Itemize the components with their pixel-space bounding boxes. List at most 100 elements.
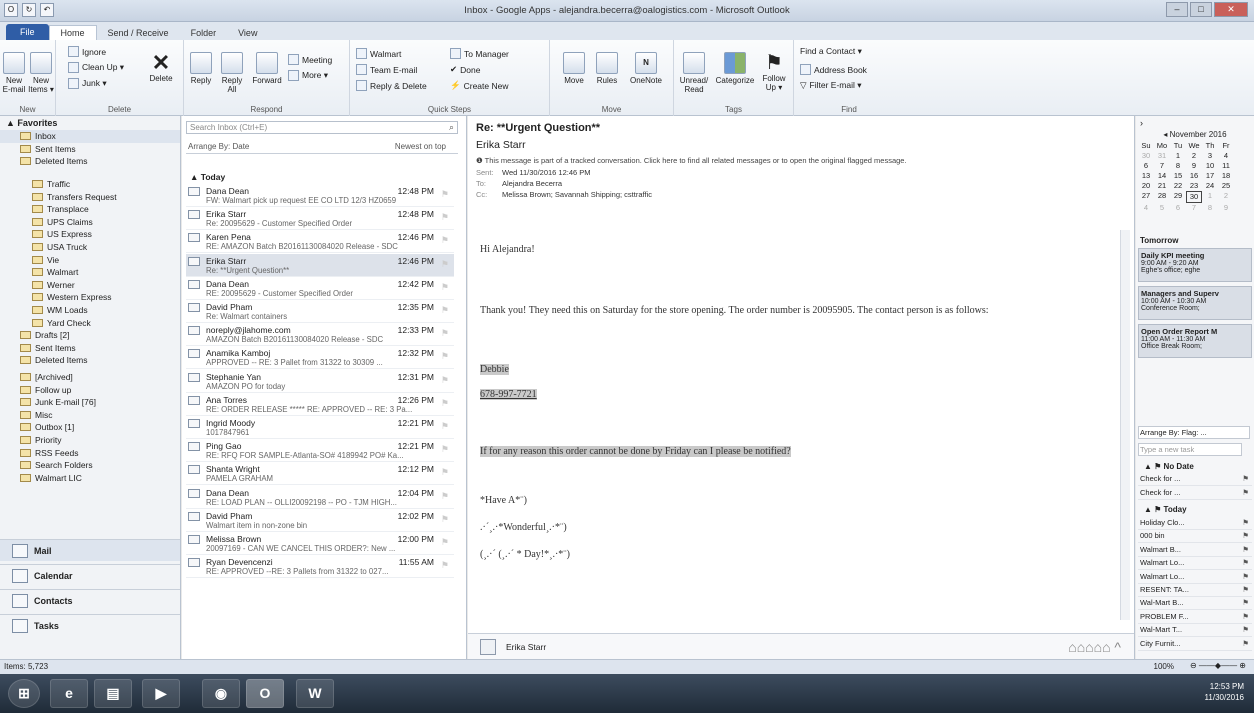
- flag-icon[interactable]: ⚑: [1242, 598, 1249, 607]
- appointment[interactable]: Daily KPI meeting 9:00 AM - 9:20 AM Eghe's…: [1138, 248, 1252, 282]
- folder-item[interactable]: Drafts [2]: [0, 329, 180, 342]
- folder-item[interactable]: Transplace: [0, 203, 180, 216]
- message-row[interactable]: noreply@jlahome.com 12:33 PM AMAZON Batch …: [186, 323, 454, 347]
- folder-item[interactable]: Follow up: [0, 383, 180, 396]
- flag-icon[interactable]: ⚑: [1242, 612, 1249, 621]
- calendar-day[interactable]: 6: [1138, 161, 1154, 171]
- qs-reply-delete[interactable]: Reply & Delete: [356, 80, 427, 91]
- forward-button[interactable]: Forward: [250, 52, 284, 85]
- explorer-icon[interactable]: ▤: [94, 679, 132, 708]
- ie-icon[interactable]: e: [50, 679, 88, 708]
- message-row[interactable]: Melissa Brown 12:00 PM 20097169 - CAN WE C…: [186, 532, 454, 555]
- calendar-day[interactable]: 24: [1202, 181, 1218, 191]
- more-respond-button[interactable]: More ▾: [288, 70, 328, 81]
- folder-item[interactable]: WM Loads: [0, 304, 180, 317]
- no-date-header[interactable]: ▲ ⚑ No Date: [1144, 462, 1194, 471]
- flag-icon[interactable]: ⚑: [441, 305, 449, 316]
- message-row[interactable]: Dana Dean 12:48 PM FW: Walmart pick up req…: [186, 184, 454, 207]
- flag-icon[interactable]: ⚑: [441, 491, 449, 502]
- message-row[interactable]: David Pham 12:02 PM Walmart item in non-zo…: [186, 509, 454, 532]
- calendar-day[interactable]: 21: [1154, 181, 1170, 191]
- address-book-button[interactable]: Address Book: [800, 64, 867, 75]
- calendar-day[interactable]: 13: [1138, 171, 1154, 181]
- today-header[interactable]: ▲ ⚑ Today: [1144, 505, 1187, 514]
- message-row[interactable]: David Pham 12:35 PM Re: Walmart containers…: [186, 300, 454, 323]
- flag-icon[interactable]: ⚑: [441, 560, 449, 571]
- folder-item[interactable]: Deleted Items: [0, 354, 180, 367]
- tab-folder[interactable]: Folder: [180, 26, 228, 40]
- calendar-day[interactable]: 30: [1186, 191, 1202, 203]
- calendar-day[interactable]: 28: [1154, 191, 1170, 203]
- calendar-day[interactable]: 8: [1202, 203, 1218, 213]
- tab-file[interactable]: File: [6, 24, 49, 40]
- calendar-day[interactable]: 6: [1170, 203, 1186, 213]
- people-pane-name[interactable]: Erika Starr: [506, 642, 546, 652]
- nav-contacts-button[interactable]: Contacts: [0, 589, 180, 611]
- calendar-day[interactable]: 7: [1154, 161, 1170, 171]
- flag-icon[interactable]: ⚑: [1242, 558, 1249, 567]
- flag-icon[interactable]: ⚑: [441, 398, 449, 409]
- folder-item[interactable]: Walmart: [0, 266, 180, 279]
- folder-item[interactable]: Misc: [0, 408, 180, 421]
- calendar-day[interactable]: 5: [1154, 203, 1170, 213]
- arrange-by-bar[interactable]: Arrange By: Date Newest on top: [186, 140, 458, 154]
- meeting-button[interactable]: Meeting: [288, 54, 332, 65]
- folder-item[interactable]: Werner: [0, 279, 180, 292]
- zoom-slider[interactable]: ⊖ ——◆—— ⊕: [1190, 661, 1246, 670]
- task-item[interactable]: Check for ... ⚑: [1138, 474, 1252, 486]
- calendar-day[interactable]: 25: [1218, 181, 1234, 191]
- message-row[interactable]: Erika Starr 12:46 PM Re: **Urgent Question…: [186, 253, 454, 277]
- reading-scrollbar[interactable]: [1120, 230, 1130, 620]
- flag-icon[interactable]: ⚑: [441, 351, 449, 362]
- task-item[interactable]: PROBLEM F... ⚑: [1138, 612, 1252, 624]
- flag-icon[interactable]: ⚑: [1242, 639, 1249, 648]
- favorites-header[interactable]: ▲ Favorites: [0, 116, 180, 130]
- system-clock[interactable]: 12:53 PM 11/30/2016: [1205, 681, 1244, 703]
- folder-item[interactable]: Western Express: [0, 291, 180, 304]
- task-item[interactable]: Check for ... ⚑: [1138, 488, 1252, 500]
- flag-icon[interactable]: ⚑: [441, 375, 449, 386]
- folder-item[interactable]: Yard Check: [0, 316, 180, 329]
- folder-item[interactable]: Outbox [1]: [0, 421, 180, 434]
- folder-item[interactable]: RSS Feeds: [0, 446, 180, 459]
- task-item[interactable]: Walmart Lo... ⚑: [1138, 572, 1252, 584]
- message-row[interactable]: Dana Dean 12:04 PM RE: LOAD PLAN -- OLLI20…: [186, 486, 454, 509]
- task-arrange-by[interactable]: Arrange By: Flag: ...: [1138, 426, 1250, 439]
- search-icon[interactable]: ⌕: [449, 122, 454, 133]
- flag-icon[interactable]: ⚑: [1242, 572, 1249, 581]
- folder-item[interactable]: US Express: [0, 228, 180, 241]
- zoom-level[interactable]: 100%: [1154, 662, 1174, 671]
- folder-item[interactable]: Transfers Request: [0, 190, 180, 203]
- qs-done[interactable]: ✔ Done: [450, 64, 480, 75]
- search-input[interactable]: Search Inbox (Ctrl+E) ⌕: [186, 121, 458, 134]
- flag-icon[interactable]: ⚑: [441, 282, 449, 293]
- calendar-day[interactable]: 1: [1202, 191, 1218, 203]
- calendar-day[interactable]: 4: [1218, 151, 1234, 161]
- start-button[interactable]: ⊞: [8, 679, 40, 708]
- folder-inbox[interactable]: Inbox: [0, 130, 180, 143]
- message-row[interactable]: Ping Gao 12:21 PM RE: RFQ FOR SAMPLE-Atlan…: [186, 439, 454, 463]
- tab-send-receive[interactable]: Send / Receive: [97, 26, 180, 40]
- folder-item[interactable]: Walmart LIC: [0, 471, 180, 484]
- calendar-day[interactable]: 18: [1218, 171, 1234, 181]
- task-item[interactable]: Wal-Mart T... ⚑: [1138, 625, 1252, 638]
- new-items-button[interactable]: New Items ▾: [28, 52, 54, 94]
- calendar-day[interactable]: 9: [1186, 161, 1202, 171]
- rules-button[interactable]: Rules: [594, 52, 620, 85]
- flag-icon[interactable]: ⚑: [441, 328, 449, 339]
- calendar-day[interactable]: 9: [1218, 203, 1234, 213]
- reply-all-button[interactable]: Reply All: [218, 52, 246, 94]
- tab-home[interactable]: Home: [48, 25, 97, 40]
- minimize-button[interactable]: –: [1166, 2, 1188, 17]
- flag-icon[interactable]: ⚑: [441, 189, 449, 200]
- calendar-day[interactable]: 31: [1154, 151, 1170, 161]
- calendar-day[interactable]: 27: [1138, 191, 1154, 203]
- message-row[interactable]: Ryan Devencenzi 11:55 AM RE: APPROVED --RE…: [186, 555, 454, 579]
- calendar-day[interactable]: 2: [1186, 151, 1202, 161]
- folder-item[interactable]: [Archived]: [0, 371, 180, 384]
- restore-button[interactable]: □: [1190, 2, 1212, 17]
- folder-deleted-items-fav[interactable]: Deleted Items: [0, 155, 180, 168]
- task-item[interactable]: RESENT: TA... ⚑: [1138, 585, 1252, 597]
- calendar-day[interactable]: 3: [1202, 151, 1218, 161]
- flag-icon[interactable]: ⚑: [1242, 545, 1249, 554]
